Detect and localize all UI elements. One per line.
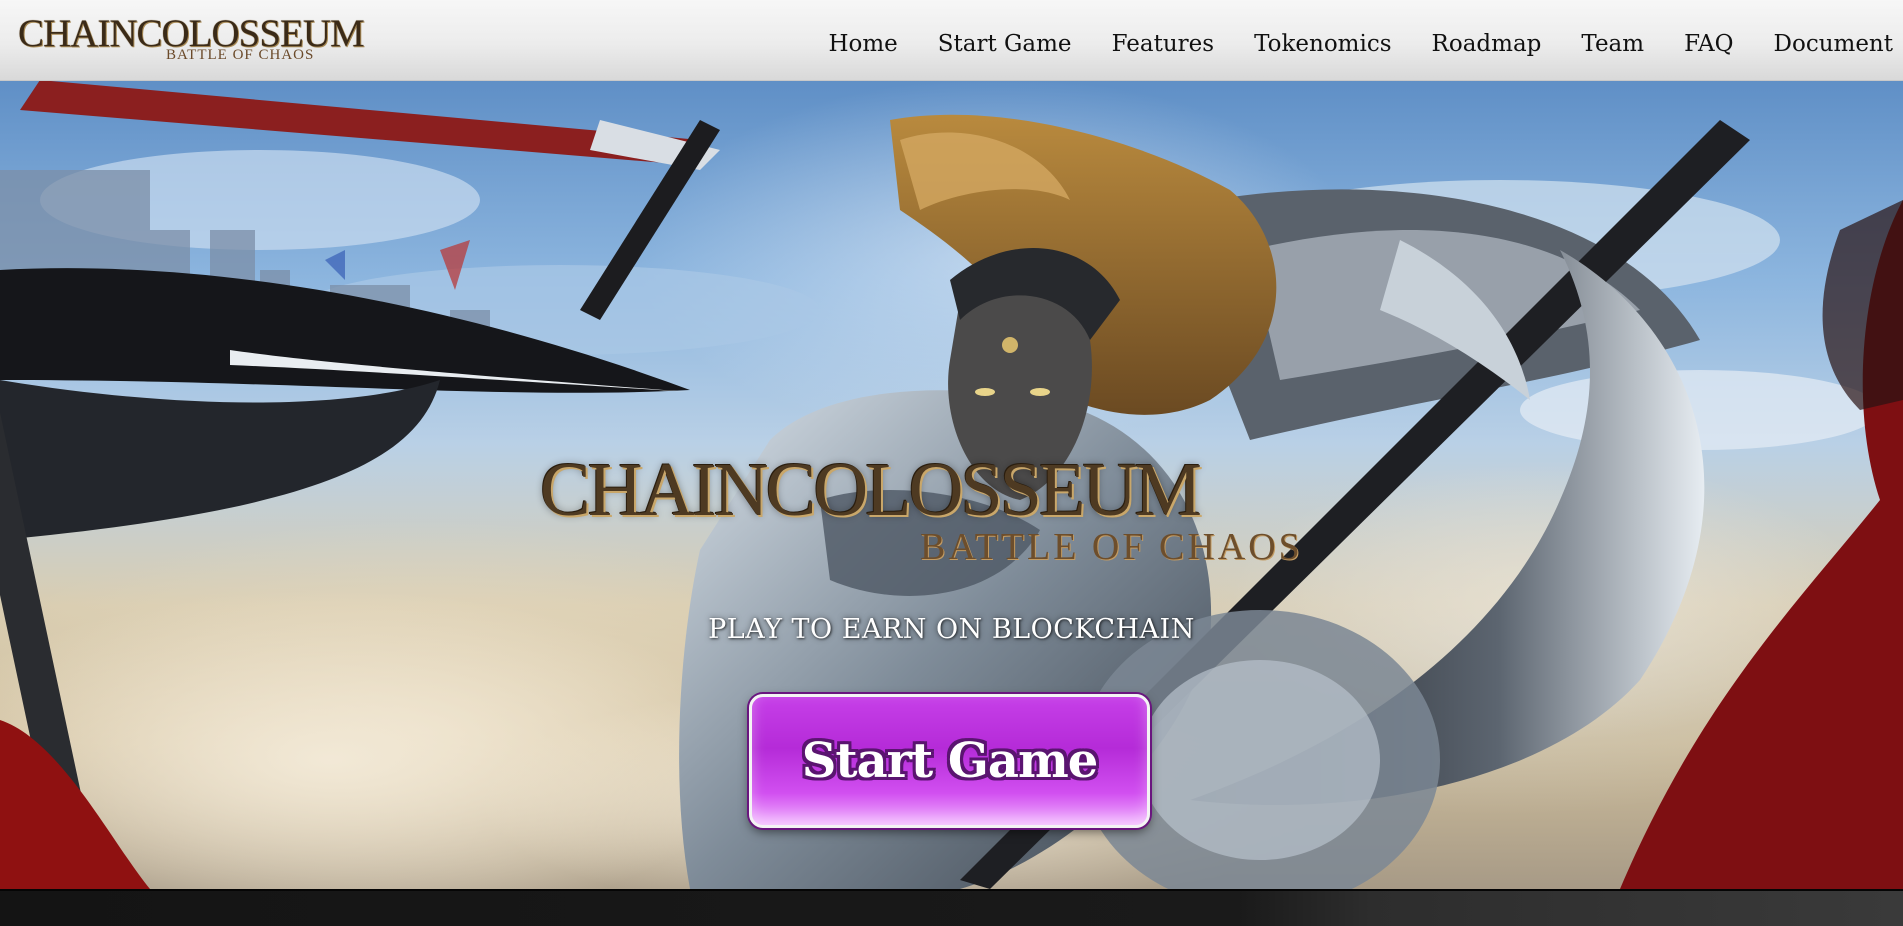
nav-features[interactable]: Features (1092, 26, 1235, 62)
nav-document[interactable]: Document (1754, 26, 1893, 62)
nav-start-game[interactable]: Start Game (918, 26, 1092, 62)
site-header: CHAINCOLOSSEUM BATTLE OF CHAOS Home Star… (0, 0, 1903, 81)
nav-faq[interactable]: FAQ (1664, 26, 1753, 62)
red-spear (20, 80, 700, 165)
hero-game-logo: CHAINCOLOSSEUM BATTLE OF CHAOS (540, 452, 1380, 572)
main-nav: Home Start Game Features Tokenomics Road… (808, 26, 1893, 62)
hero-banner: CHAINCOLOSSEUM BATTLE OF CHAOS PLAY TO E… (0, 80, 1903, 889)
brand-logo[interactable]: CHAINCOLOSSEUM BATTLE OF CHAOS (18, 14, 365, 64)
start-game-button-label: Start Game (801, 733, 1099, 789)
nav-team[interactable]: Team (1561, 26, 1664, 62)
hero-tagline: PLAY TO EARN ON BLOCKCHAIN (708, 614, 1195, 645)
brand-logo-subtitle: BATTLE OF CHAOS (166, 47, 315, 63)
nav-home[interactable]: Home (808, 26, 917, 62)
nav-tokenomics[interactable]: Tokenomics (1234, 26, 1411, 62)
next-section-edge (0, 889, 1903, 926)
start-game-button[interactable]: Start Game (749, 694, 1150, 828)
hero-logo-subtitle: BATTLE OF CHAOS (920, 526, 1303, 568)
hero-logo-wordmark: CHAINCOLOSSEUM (540, 448, 1202, 532)
nav-roadmap[interactable]: Roadmap (1412, 26, 1562, 62)
